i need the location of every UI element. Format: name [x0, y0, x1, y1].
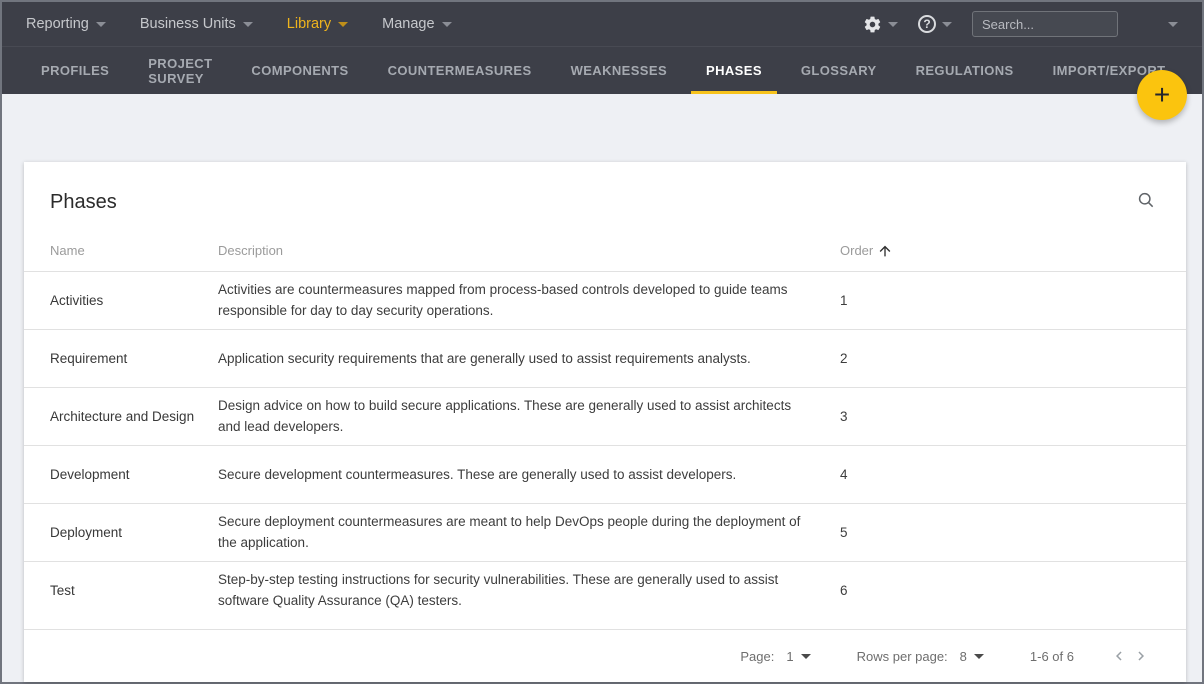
menu-manage-label: Manage [382, 16, 434, 32]
phase-order: 3 [840, 387, 1186, 445]
tab-countermeasures[interactable]: COUNTERMEASURES [373, 47, 547, 94]
table-row[interactable]: Requirement Application security require… [24, 329, 1186, 387]
library-tabbar: PROFILES PROJECT SURVEY COMPONENTS COUNT… [2, 46, 1202, 94]
table-pagination: Page: 1 Rows per page: 8 1-6 of 6 [24, 629, 1186, 682]
search-icon [1136, 190, 1156, 210]
phase-name: Deployment [24, 503, 218, 561]
tab-phases[interactable]: PHASES [691, 47, 777, 94]
chevron-down-icon [96, 22, 106, 27]
phase-name: Test [24, 561, 218, 619]
menu-reporting[interactable]: Reporting [26, 16, 106, 32]
tab-glossary[interactable]: GLOSSARY [786, 47, 892, 94]
phase-name: Development [24, 445, 218, 503]
column-header-order[interactable]: Order [840, 225, 1186, 271]
chevron-down-icon [801, 654, 811, 659]
page-label: Page: [740, 649, 774, 664]
main-menu: Reporting Business Units Library Manage [26, 16, 452, 32]
chevron-right-icon [1132, 647, 1150, 665]
column-header-name[interactable]: Name [24, 225, 218, 271]
page-select[interactable]: 1 [782, 647, 814, 666]
sort-ascending-icon [877, 243, 893, 259]
tab-weaknesses[interactable]: WEAKNESSES [556, 47, 682, 94]
chevron-left-icon [1110, 647, 1128, 665]
phase-description: Application security requirements that a… [218, 329, 840, 387]
chevron-down-icon [243, 22, 253, 27]
phase-description: Secure deployment countermeasures are me… [218, 503, 840, 561]
phase-order: 5 [840, 503, 1186, 561]
help-menu[interactable]: ? [918, 15, 952, 33]
tab-profiles[interactable]: PROFILES [26, 47, 124, 94]
menu-library-label: Library [287, 16, 331, 32]
next-page-button[interactable] [1130, 645, 1152, 667]
phases-card: Phases Name Description Order [24, 162, 1186, 682]
phase-name: Activities [24, 271, 218, 329]
add-phase-fab[interactable]: + [1137, 70, 1187, 120]
phase-description: Step-by-step testing instructions for se… [218, 561, 840, 619]
rows-per-page-label: Rows per page: [857, 649, 948, 664]
page-title: Phases [50, 191, 117, 214]
rows-per-page-value: 8 [960, 649, 967, 664]
menu-business-units[interactable]: Business Units [140, 16, 253, 32]
page-value: 1 [786, 649, 793, 664]
phase-order: 2 [840, 329, 1186, 387]
pagination-range: 1-6 of 6 [1030, 649, 1074, 664]
phase-name: Requirement [24, 329, 218, 387]
chevron-down-icon [974, 654, 984, 659]
phase-description: Activities are countermeasures mapped fr… [218, 271, 840, 329]
table-row[interactable]: Development Secure development counterme… [24, 445, 1186, 503]
chevron-down-icon [942, 22, 952, 27]
chevron-down-icon [338, 22, 348, 27]
phase-order: 1 [840, 271, 1186, 329]
tab-components[interactable]: COMPONENTS [236, 47, 363, 94]
table-row[interactable]: Deployment Secure deployment countermeas… [24, 503, 1186, 561]
phase-order: 4 [840, 445, 1186, 503]
phases-table: Name Description Order Activities Activi… [24, 225, 1186, 619]
table-row[interactable]: Activities Activities are countermeasure… [24, 271, 1186, 329]
menu-manage[interactable]: Manage [382, 16, 451, 32]
table-row[interactable]: Architecture and Design Design advice on… [24, 387, 1186, 445]
column-header-order-label: Order [840, 243, 873, 258]
global-search-input[interactable] [972, 11, 1118, 37]
table-header-row: Name Description Order [24, 225, 1186, 271]
column-header-description[interactable]: Description [218, 225, 840, 271]
navbar-right-controls: ? [863, 11, 1184, 37]
settings-menu[interactable] [863, 15, 898, 34]
menu-business-units-label: Business Units [140, 16, 236, 32]
table-row[interactable]: Test Step-by-step testing instructions f… [24, 561, 1186, 619]
gear-icon [863, 15, 882, 34]
tab-project-survey[interactable]: PROJECT SURVEY [133, 47, 227, 94]
chevron-down-icon [888, 22, 898, 27]
card-header: Phases [24, 162, 1186, 225]
tab-regulations[interactable]: REGULATIONS [901, 47, 1029, 94]
page-selector-group: Page: 1 [740, 647, 814, 666]
app-window: { "navbar": { "menus": [ { "label": "Rep… [0, 0, 1204, 684]
menu-library[interactable]: Library [287, 16, 348, 32]
phase-description: Design advice on how to build secure app… [218, 387, 840, 445]
plus-icon: + [1154, 81, 1170, 109]
phase-order: 6 [840, 561, 1186, 619]
rows-per-page-select[interactable]: 8 [956, 647, 988, 666]
previous-page-button[interactable] [1108, 645, 1130, 667]
menu-reporting-label: Reporting [26, 16, 89, 32]
table-search-button[interactable] [1132, 186, 1160, 219]
phase-description: Secure development countermeasures. Thes… [218, 445, 840, 503]
top-navbar: Reporting Business Units Library Manage … [2, 2, 1202, 46]
help-icon: ? [918, 15, 936, 33]
phase-name: Architecture and Design [24, 387, 218, 445]
user-menu-chevron-down-icon[interactable] [1168, 22, 1178, 27]
chevron-down-icon [442, 22, 452, 27]
rows-per-page-group: Rows per page: 8 [857, 647, 988, 666]
